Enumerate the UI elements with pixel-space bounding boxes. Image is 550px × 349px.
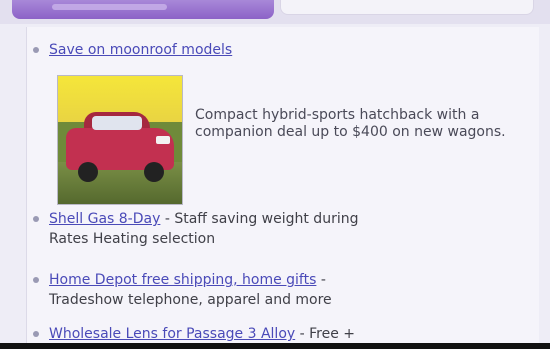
deal-line: Wholesale Lens for Passage 3 Alloy - Fre… (49, 325, 355, 343)
deal-link[interactable]: Wholesale Lens for Passage 3 Alloy (49, 326, 295, 342)
bullet-icon (33, 47, 39, 53)
car-wheel (78, 162, 98, 182)
tab-inactive[interactable] (280, 0, 534, 15)
car-photo[interactable] (57, 75, 183, 205)
tab-active[interactable] (12, 0, 274, 19)
bullet-icon (33, 277, 39, 283)
deal-line: Shell Gas 8-Day - Staff saving weight du… (49, 210, 358, 228)
bullet-icon (33, 216, 39, 222)
browser-frame: Save on moonroof models Compact hybrid-s… (0, 0, 550, 349)
car-window (92, 116, 142, 130)
deal-text: Tradeshow telephone, apparel and more (49, 292, 332, 308)
deal-text: - Free + (295, 326, 356, 342)
deal-description: Compact hybrid-sports hatchback with a c… (195, 107, 506, 140)
deals-panel: Save on moonroof models Compact hybrid-s… (26, 27, 539, 349)
deal-link[interactable]: Home Depot free shipping, home gifts (49, 272, 316, 288)
deal-link[interactable]: Save on moonroof models (49, 42, 232, 58)
deal-text: - Staff saving weight during (160, 211, 359, 227)
deal-line: Tradeshow telephone, apparel and more (49, 291, 332, 309)
bottom-bar (0, 343, 550, 349)
bullet-icon (33, 331, 39, 337)
car-light (156, 136, 170, 144)
tab-highlight (52, 4, 167, 10)
car-wheel (144, 162, 164, 182)
deal-line: Save on moonroof models (49, 41, 232, 59)
deal-link[interactable]: Shell Gas 8-Day (49, 211, 160, 227)
deal-text: Rates Heating selection (49, 231, 216, 247)
deal-line: Rates Heating selection (49, 230, 215, 248)
deal-line: Home Depot free shipping, home gifts - (49, 271, 326, 289)
tab-strip (0, 0, 550, 24)
deal-text: - (316, 272, 326, 288)
